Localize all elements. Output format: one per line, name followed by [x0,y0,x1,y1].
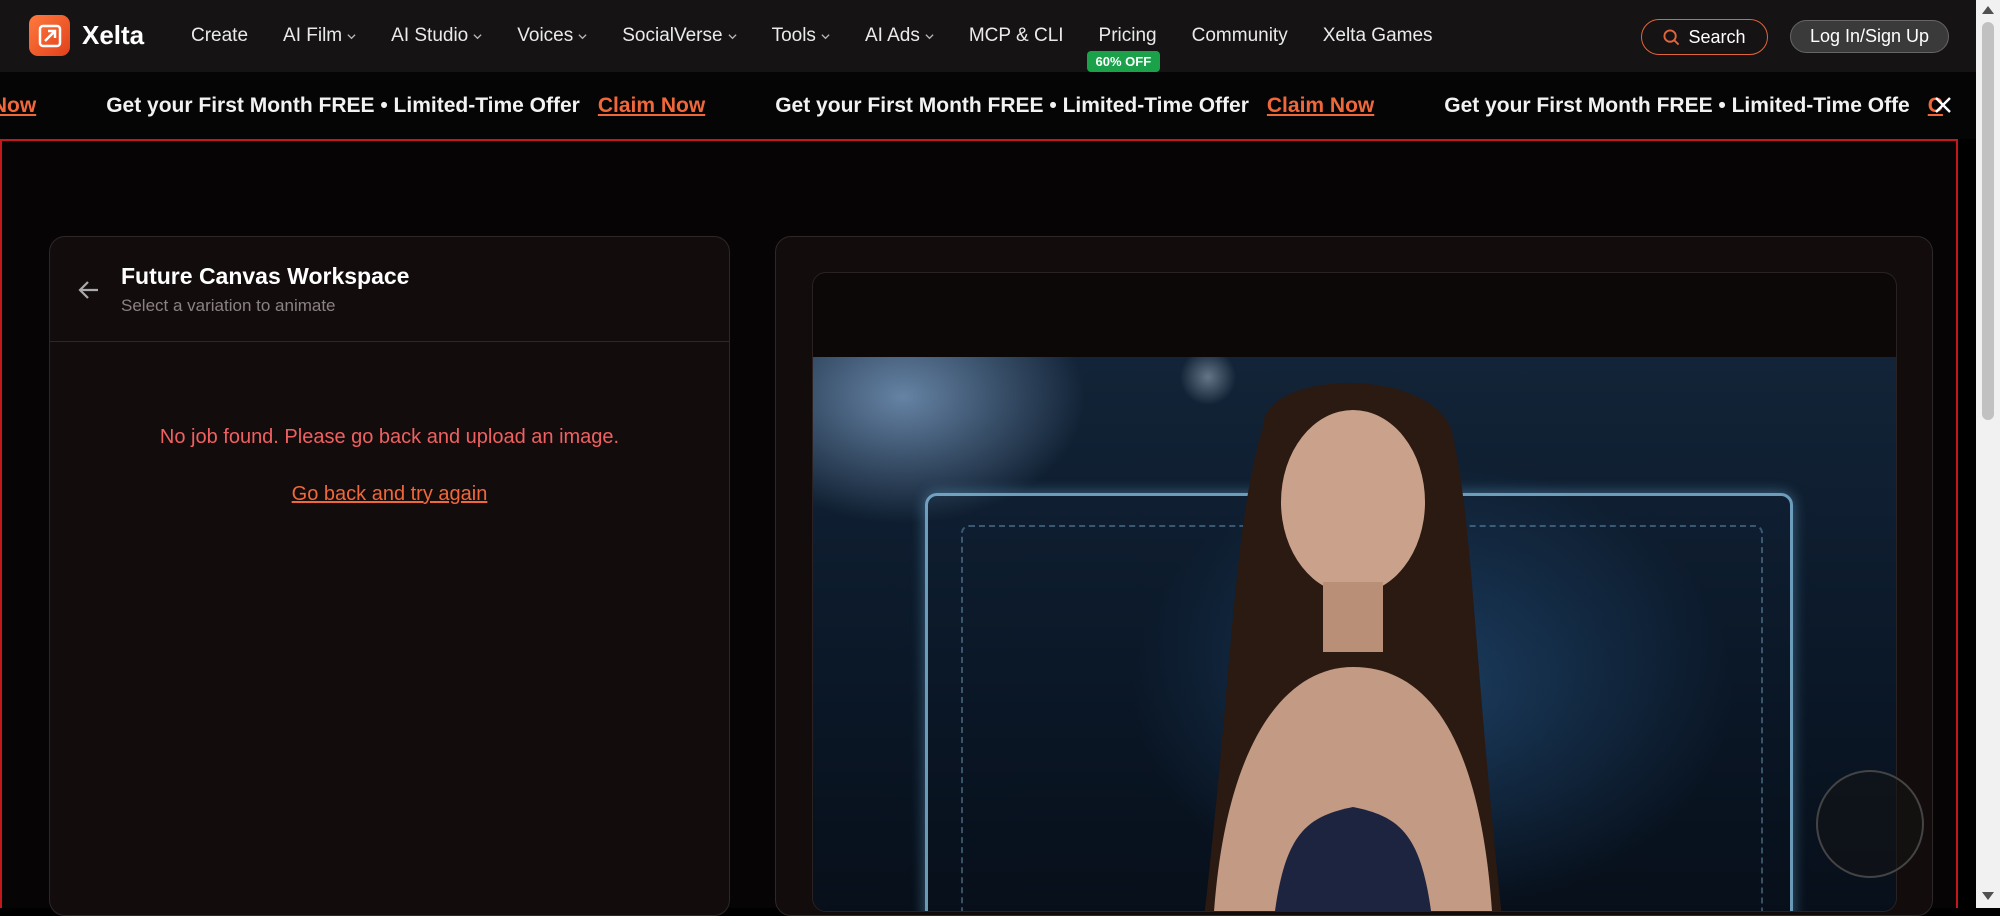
ai-assistant-button[interactable] [1816,770,1924,878]
promo-text: Get your First Month FREE • Limited-Time… [775,93,1249,117]
chevron-down-icon [578,33,587,39]
nav-pricing[interactable]: Pricing 60% OFF [1086,25,1161,72]
nav-mcp-cli[interactable]: MCP & CLI [969,25,1064,47]
nav-label: Tools [771,25,816,46]
nav-label: AI Film [283,25,343,46]
nav-label: Xelta Games [1322,25,1433,46]
scroll-thumb[interactable] [1982,22,1994,420]
promo-banner: laim Now Get your First Month FREE • Lim… [0,72,1976,139]
nav-label: Voices [517,25,574,46]
nav-ai-film[interactable]: AI Film [283,25,356,47]
nav-label: Create [191,25,249,46]
workspace-panel: Future Canvas Workspace Select a variati… [49,236,730,916]
nav-ai-studio[interactable]: AI Studio [391,25,482,47]
back-arrow-icon[interactable] [76,277,102,303]
logo-icon [29,15,70,56]
promo-ticker: laim Now Get your First Month FREE • Lim… [0,72,1976,139]
preview-image [813,357,1896,911]
promo-text: Get your First Month FREE • Limited-Time… [1444,93,1910,117]
top-navbar: Xelta Create AI Film AI Studio Voices So… [0,0,1976,72]
claim-now-link[interactable]: laim Now [0,94,36,118]
page-scrollbar[interactable] [1976,0,2000,908]
scroll-up-arrow[interactable] [1982,6,1994,14]
panel-subtitle: Select a variation to animate [121,296,336,315]
search-button[interactable]: Search [1641,19,1768,55]
search-label: Search [1688,26,1746,47]
nav-tools[interactable]: Tools [772,25,830,47]
discount-badge: 60% OFF [1086,51,1161,72]
nav-label: Pricing [1098,25,1157,46]
nav-ai-ads[interactable]: AI Ads [865,25,934,47]
main-content: Future Canvas Workspace Select a variati… [0,139,1958,916]
panel-title: Future Canvas Workspace [121,263,410,289]
panel-header: Future Canvas Workspace Select a variati… [50,237,729,342]
go-back-link[interactable]: Go back and try again [50,483,729,506]
chevron-down-icon [473,33,482,39]
login-signup-button[interactable]: Log In/Sign Up [1790,20,1949,53]
nav-socialverse[interactable]: SocialVerse [622,25,737,47]
nav-voices[interactable]: Voices [517,25,587,47]
claim-now-link[interactable]: Claim Now [1267,94,1374,118]
nav-create[interactable]: Create [191,25,248,47]
nav-label: SocialVerse [622,25,723,46]
close-icon [1935,97,1951,113]
preview-frame [812,272,1897,912]
chevron-down-icon [925,33,934,39]
nav-label: MCP & CLI [968,25,1064,46]
chevron-down-icon [728,33,737,39]
brand-logo[interactable]: Xelta [29,15,144,56]
close-banner-button[interactable] [1930,92,1956,118]
claim-now-link[interactable]: Claim Now [598,94,705,118]
portrait-figure [1204,383,1502,911]
error-message: No job found. Please go back and upload … [159,426,620,448]
chevron-down-icon [821,33,830,39]
search-icon [1663,28,1680,45]
nav-community[interactable]: Community [1192,25,1288,47]
brand-name: Xelta [82,20,145,50]
promo-text: Get your First Month FREE • Limited-Time… [106,93,580,117]
nav-label: Community [1191,25,1288,46]
main-menu: Create AI Film AI Studio Voices SocialVe… [191,0,1468,72]
nav-xelta-games[interactable]: Xelta Games [1323,25,1433,47]
scroll-down-arrow[interactable] [1982,892,1994,900]
chevron-down-icon [347,33,356,39]
nav-label: AI Studio [391,25,469,46]
nav-label: AI Ads [864,25,920,46]
preview-panel [775,236,1933,916]
